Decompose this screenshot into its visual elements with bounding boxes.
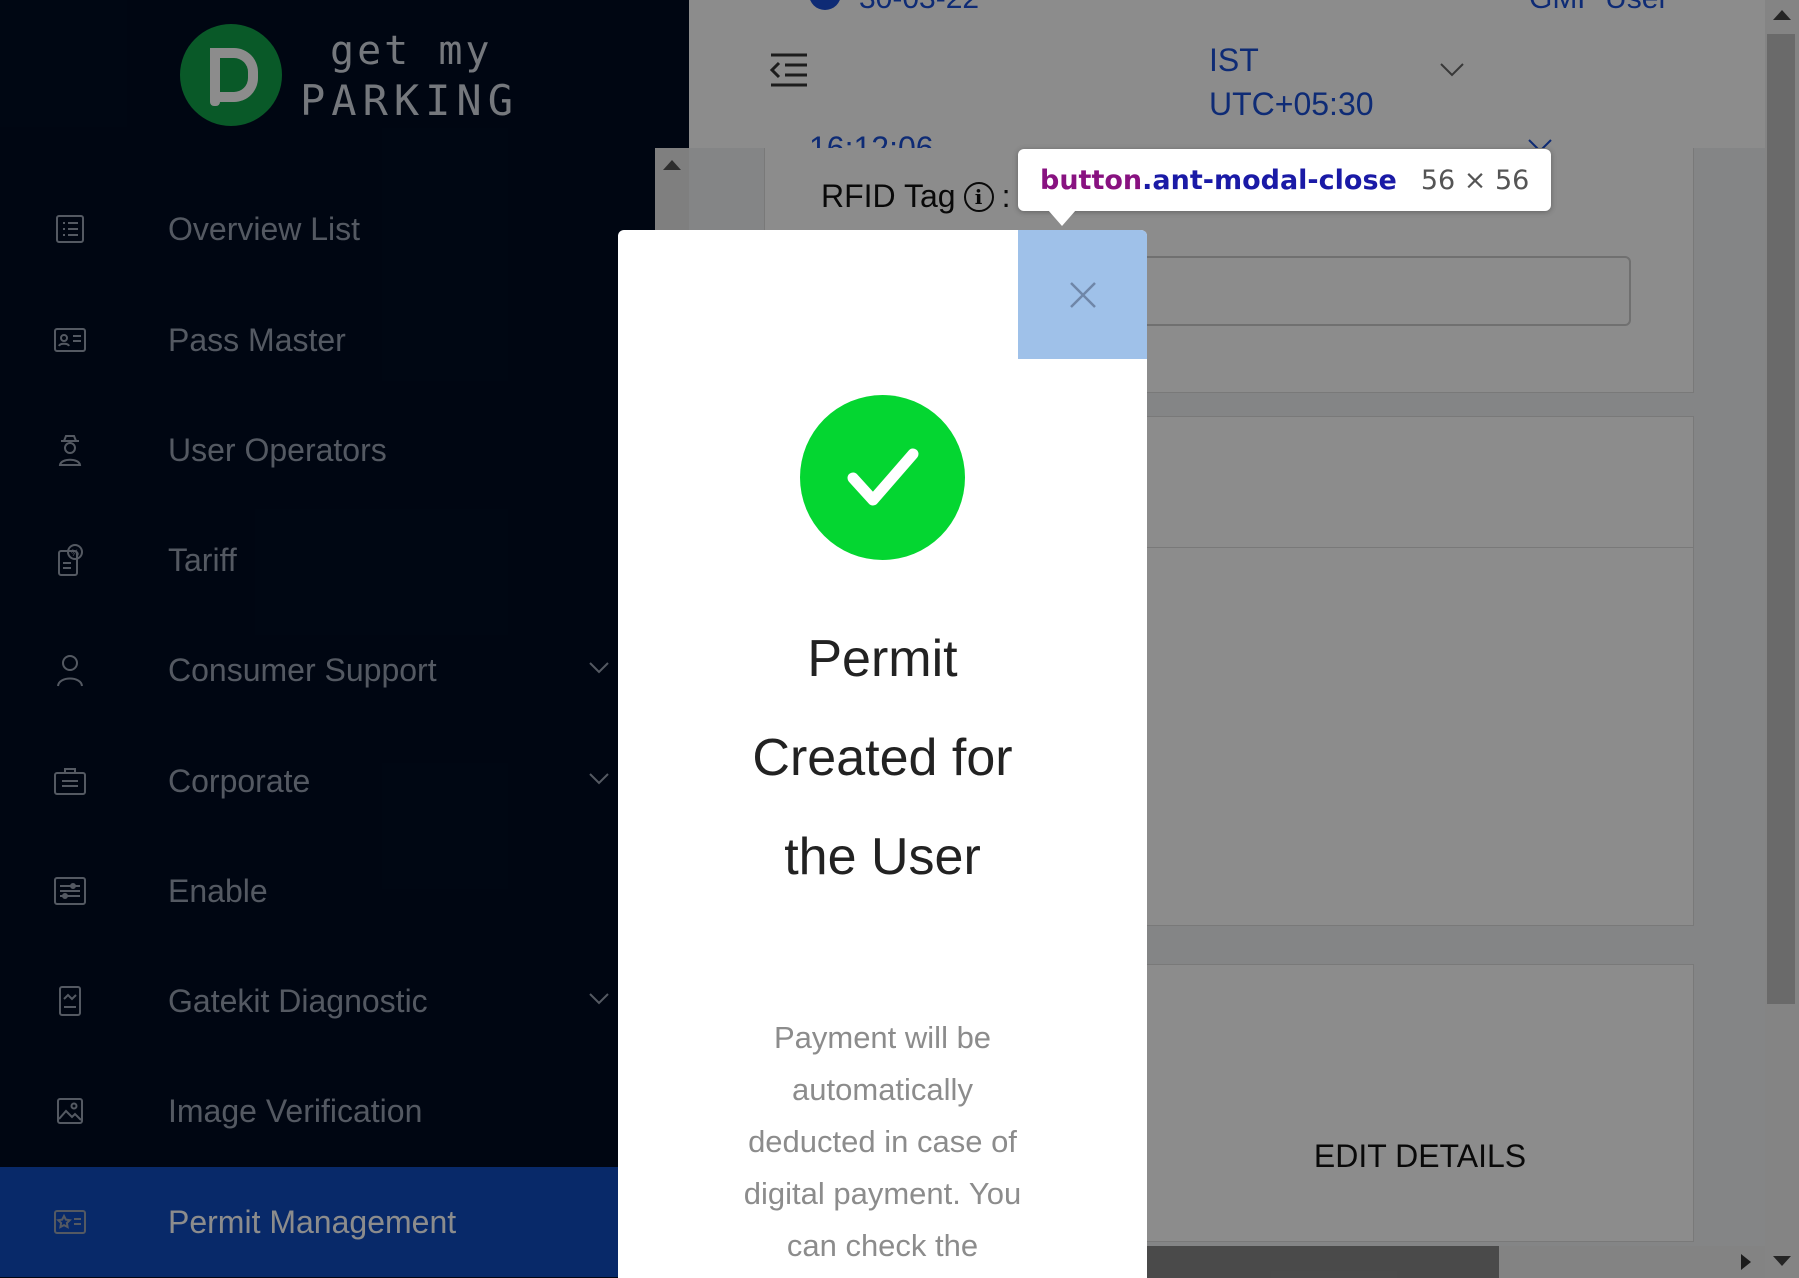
tooltip-tag: button [1040, 164, 1143, 196]
success-modal: Permit Created for the User Payment will… [618, 230, 1147, 1278]
tooltip-class: .ant-modal-close [1142, 164, 1397, 196]
modal-title: Permit Created for the User [752, 630, 1013, 886]
tooltip-arrow [1048, 210, 1076, 226]
devtools-inspect-tooltip: button .ant-modal-close 56 × 56 [1018, 149, 1552, 211]
modal-message: Payment will be automatically deducted i… [743, 1020, 1022, 1263]
tooltip-dimensions: 56 × 56 [1420, 164, 1530, 196]
close-icon [1069, 281, 1096, 308]
check-circle-icon [800, 395, 965, 560]
modal-close-button[interactable] [1018, 230, 1147, 359]
